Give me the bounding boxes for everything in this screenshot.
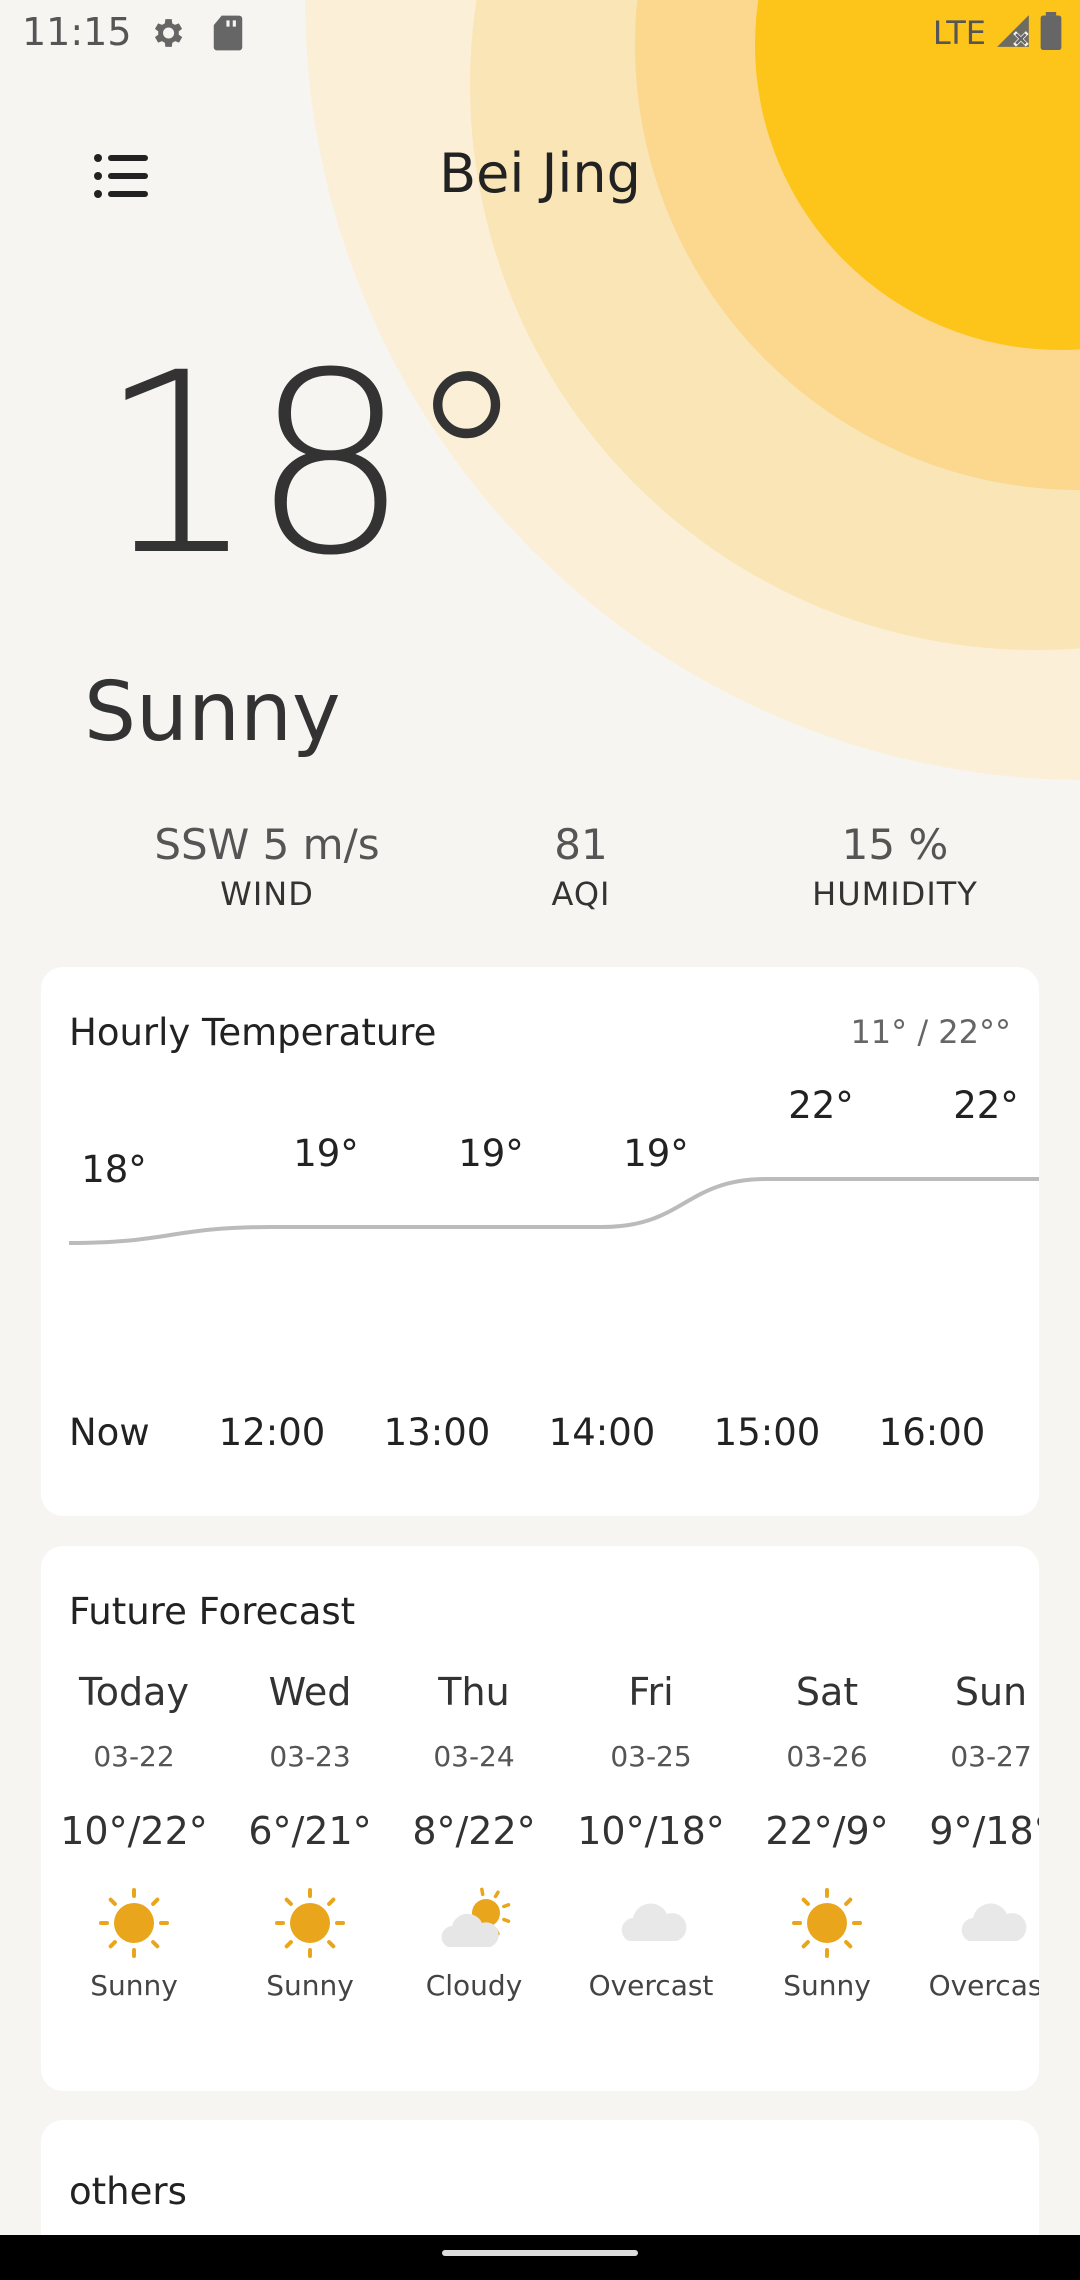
home-gesture-handle[interactable] [442, 2250, 638, 2256]
forecast-day[interactable]: Sat 03-26 22°/9° Sunny [742, 1670, 912, 2002]
network-label: LTE [932, 14, 986, 52]
forecast-temp-range: 6°/21° [248, 1809, 372, 1853]
forecast-day-name: Sun [954, 1670, 1028, 1714]
forecast-day[interactable]: Fri 03-25 10°/18° Overcast [566, 1670, 736, 2002]
hourly-temp-label: 18° [81, 1148, 147, 1191]
forecast-date: 03-25 [610, 1740, 692, 1773]
forecast-day[interactable]: Thu 03-24 8°/22° Cloudy [389, 1670, 559, 2002]
sun-icon [787, 1883, 867, 1963]
forecast-condition: Sunny [266, 1969, 354, 2002]
hourly-time-label: 14:00 [548, 1411, 656, 1454]
hourly-time-label: Now [69, 1411, 150, 1454]
cloud-sun-icon [434, 1883, 514, 1963]
cloud-icon [611, 1883, 691, 1963]
sun-icon [270, 1883, 350, 1963]
forecast-condition: Cloudy [425, 1969, 523, 2002]
forecast-temp-range: 9°/18° [929, 1809, 1039, 1853]
forecast-day[interactable]: Today 03-22 10°/22° Sunny [49, 1670, 219, 2002]
hourly-chart[interactable]: 18° Now 19° 12:00 19° 13:00 19° 14:00 22° 15:00 22… [41, 967, 1039, 1516]
weather-screen: 11:15 LTE Bei Jing 18° Sunny SSW 5 m/s W… [0, 0, 1080, 2280]
hourly-time-label: 15:00 [713, 1411, 821, 1454]
forecast-condition: Overcast [588, 1969, 714, 2002]
forecast-day-name: Sat [795, 1670, 859, 1714]
forecast-day-name: Thu [438, 1670, 510, 1714]
stat-label: AQI [551, 875, 611, 913]
signal-icon [994, 12, 1032, 54]
forecast-date: 03-27 [950, 1740, 1032, 1773]
stat-value: 15 % [841, 820, 949, 869]
stat-humidity: 15 % HUMIDITY [745, 820, 1045, 913]
status-time: 11:15 [22, 10, 132, 54]
forecast-title: Future Forecast [69, 1590, 356, 1633]
cloud-icon [951, 1883, 1031, 1963]
forecast-condition: Sunny [90, 1969, 178, 2002]
settings-gear-icon [148, 14, 186, 56]
others-title: others [69, 2170, 187, 2213]
forecast-temp-range: 10°/18° [577, 1809, 725, 1853]
sun-icon [94, 1883, 174, 1963]
stat-aqi: 81 AQI [431, 820, 731, 913]
hourly-temp-label: 19° [623, 1132, 689, 1175]
forecast-condition: Overcast [928, 1969, 1039, 2002]
stat-value: SSW 5 m/s [154, 820, 380, 869]
forecast-card: Future Forecast Today 03-22 10°/22° Sunny We… [41, 1546, 1039, 2091]
stat-label: HUMIDITY [812, 875, 978, 913]
forecast-temp-range: 22°/9° [765, 1809, 889, 1853]
stats-row: SSW 5 m/s WIND 81 AQI 15 % HUMIDITY [0, 820, 1080, 930]
hourly-card: Hourly Temperature 11° / 22°° 18° Now 19° 1… [41, 967, 1039, 1516]
forecast-date: 03-23 [269, 1740, 351, 1773]
forecast-date: 03-22 [93, 1740, 175, 1773]
forecast-temp-range: 8°/22° [412, 1809, 536, 1853]
current-temperature: 18° [98, 319, 529, 610]
hourly-time-label: 12:00 [218, 1411, 326, 1454]
hourly-temp-label: 19° [293, 1132, 359, 1175]
current-condition: Sunny [84, 665, 341, 760]
forecast-temp-range: 10°/22° [60, 1809, 208, 1853]
stat-wind: SSW 5 m/s WIND [117, 820, 417, 913]
status-bar: 11:15 LTE [0, 0, 1080, 66]
forecast-date: 03-24 [433, 1740, 515, 1773]
hourly-temp-label: 19° [458, 1132, 524, 1175]
status-right: LTE [933, 12, 1062, 54]
forecast-day-name: Today [79, 1670, 189, 1714]
hourly-temp-label: 22° [953, 1084, 1019, 1127]
sd-card-icon [212, 14, 244, 56]
hourly-time-label: 13:00 [383, 1411, 491, 1454]
temperature-line [68, 1177, 1039, 1245]
hourly-time-label: 16:00 [878, 1411, 986, 1454]
forecast-condition: Sunny [783, 1969, 871, 2002]
stat-label: WIND [220, 875, 314, 913]
city-title[interactable]: Bei Jing [0, 142, 1080, 205]
battery-icon [1040, 12, 1062, 54]
forecast-day[interactable]: Wed 03-23 6°/21° Sunny [225, 1670, 395, 2002]
navigation-bar [0, 2235, 1080, 2280]
forecast-day-name: Fri [628, 1670, 674, 1714]
forecast-day[interactable]: Sun 03-27 9°/18° Overcast [906, 1670, 1039, 2002]
stat-value: 81 [554, 820, 608, 869]
forecast-day-name: Wed [268, 1670, 352, 1714]
forecast-date: 03-26 [786, 1740, 868, 1773]
hourly-temp-label: 22° [788, 1084, 854, 1127]
